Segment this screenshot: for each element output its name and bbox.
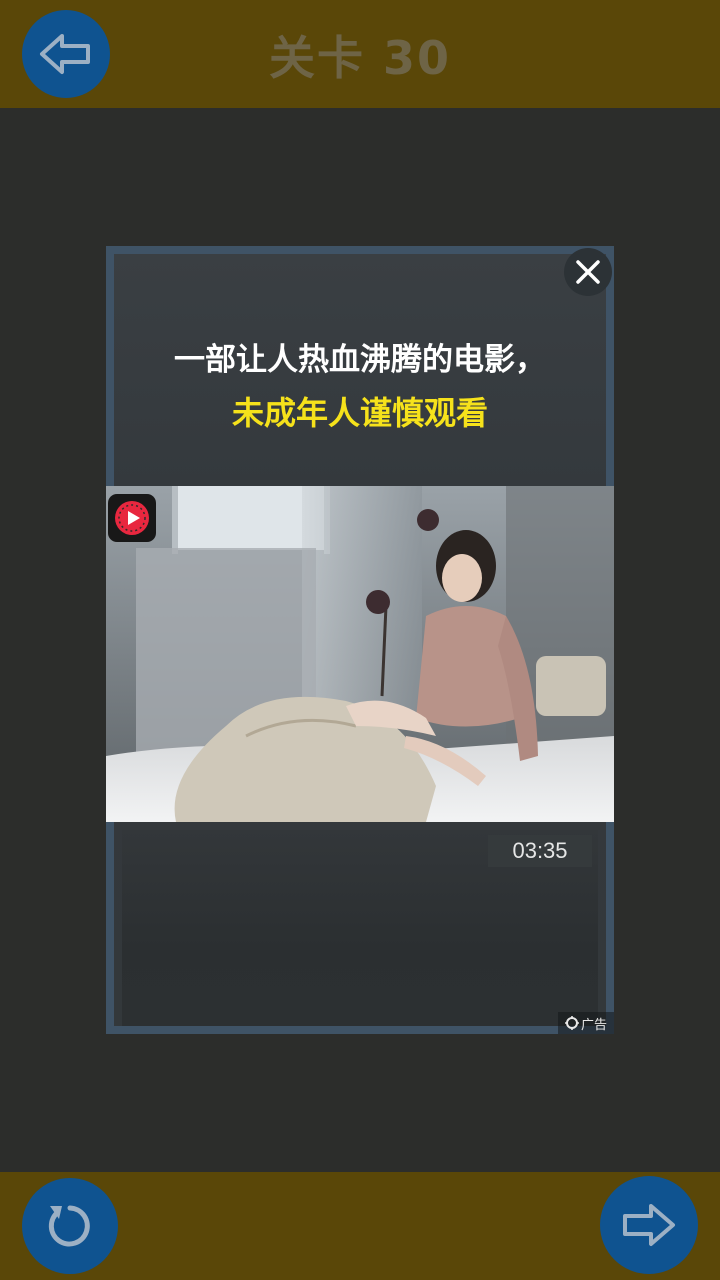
level-title: 关卡 30	[268, 31, 452, 85]
ad-headline-line2: 未成年人谨慎观看	[231, 394, 488, 432]
close-icon	[576, 260, 600, 284]
ad-label-text: 广告	[580, 1017, 607, 1033]
ad-label: 广告	[558, 1012, 614, 1034]
ad-headline-line1: 一部让人热血沸腾的电影，	[174, 342, 546, 378]
watermelon-video-icon	[115, 501, 149, 535]
ad-scene-illustration	[106, 486, 614, 822]
ad-header: 一部让人热血沸腾的电影， 未成年人谨慎观看	[114, 254, 606, 486]
ad-video-thumbnail[interactable]	[106, 486, 614, 822]
arrow-right-icon	[623, 1204, 675, 1246]
reset-icon	[48, 1205, 90, 1247]
ad-close-button[interactable]	[564, 248, 612, 296]
next-button[interactable]	[600, 1176, 698, 1274]
video-duration: 03:35	[488, 835, 592, 867]
reset-button[interactable]	[22, 1178, 118, 1274]
app-badge	[108, 494, 156, 542]
ad-sponsor-icon	[564, 1016, 579, 1030]
